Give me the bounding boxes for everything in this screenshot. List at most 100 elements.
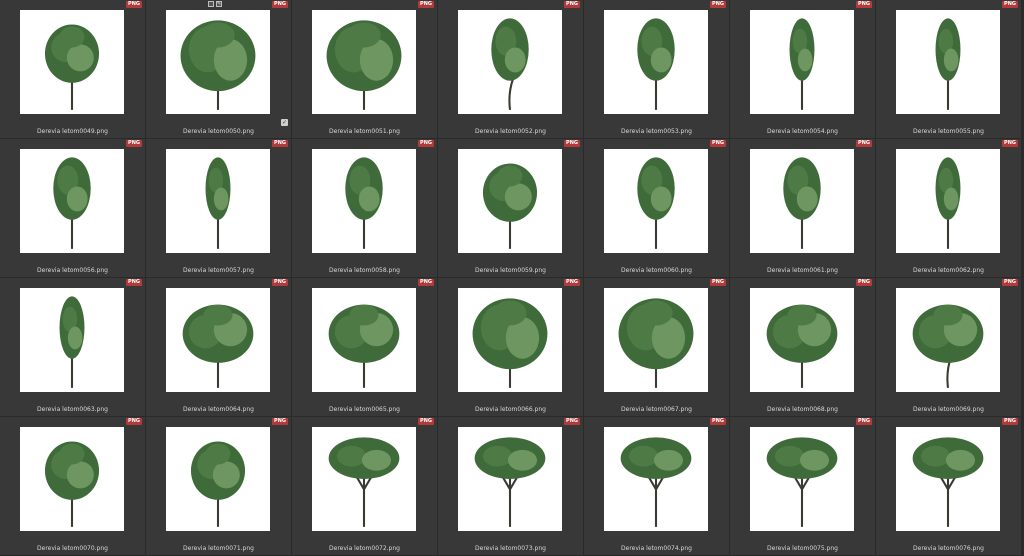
file-name: Derevia letom0059.png <box>475 267 546 274</box>
tree-image[interactable] <box>896 149 1000 253</box>
hover-toolbar: ✎ <box>208 1 222 7</box>
tree-image[interactable] <box>20 149 124 253</box>
checkbox-icon[interactable]: ✓ <box>281 119 288 126</box>
thumbnail-tile[interactable]: PNG Derevia letom0064.png <box>146 278 292 417</box>
file-name: Derevia letom0068.png <box>767 406 838 413</box>
png-badge: PNG <box>856 140 872 147</box>
png-badge: PNG <box>564 1 580 8</box>
tree-image[interactable] <box>312 288 416 392</box>
png-badge: PNG <box>126 418 142 425</box>
file-name: Derevia letom0065.png <box>329 406 400 413</box>
png-badge: PNG <box>418 1 434 8</box>
thumbnail-tile[interactable]: PNG Derevia letom0075.png <box>730 417 876 556</box>
file-name: Derevia letom0056.png <box>37 267 108 274</box>
thumbnail-tile[interactable]: PNG Derevia letom0069.png <box>876 278 1022 417</box>
png-badge: PNG <box>1002 1 1018 8</box>
png-badge: PNG <box>126 140 142 147</box>
png-badge: PNG <box>272 279 288 286</box>
tree-image[interactable] <box>604 10 708 114</box>
tree-image[interactable] <box>750 10 854 114</box>
tree-image[interactable] <box>896 288 1000 392</box>
file-name: Derevia letom0073.png <box>475 545 546 552</box>
tree-image[interactable] <box>604 427 708 531</box>
png-badge: PNG <box>564 418 580 425</box>
png-badge: PNG <box>272 418 288 425</box>
file-name: Derevia letom0058.png <box>329 267 400 274</box>
thumbnail-tile[interactable]: PNG Derevia letom0076.png <box>876 417 1022 556</box>
thumbnail-tile[interactable]: PNG Derevia letom0056.png <box>0 139 146 278</box>
png-badge: PNG <box>856 1 872 8</box>
file-name: Derevia letom0051.png <box>329 128 400 135</box>
thumbnail-tile[interactable]: PNG Derevia letom0065.png <box>292 278 438 417</box>
thumbnail-tile[interactable]: PNG Derevia letom0072.png <box>292 417 438 556</box>
png-badge: PNG <box>564 140 580 147</box>
file-name: Derevia letom0061.png <box>767 267 838 274</box>
tree-image[interactable] <box>20 288 124 392</box>
tree-image[interactable] <box>458 288 562 392</box>
tree-image[interactable] <box>896 427 1000 531</box>
tree-image[interactable] <box>166 149 270 253</box>
tree-image[interactable] <box>20 427 124 531</box>
thumbnail-tile[interactable]: PNG Derevia letom0068.png <box>730 278 876 417</box>
png-badge: PNG <box>856 279 872 286</box>
thumbnail-tile[interactable]: PNG Derevia letom0061.png <box>730 139 876 278</box>
tree-image[interactable] <box>20 10 124 114</box>
thumbnail-tile[interactable]: PNG Derevia letom0049.png <box>0 0 146 139</box>
file-name: Derevia letom0055.png <box>913 128 984 135</box>
png-badge: PNG <box>272 140 288 147</box>
thumbnail-tile[interactable]: PNG Derevia letom0059.png <box>438 139 584 278</box>
png-badge: PNG <box>418 140 434 147</box>
png-badge: PNG <box>710 1 726 8</box>
thumbnail-tile[interactable]: PNG Derevia letom0070.png <box>0 417 146 556</box>
thumbnail-tile[interactable]: PNG Derevia letom0066.png <box>438 278 584 417</box>
thumbnail-tile[interactable]: PNG Derevia letom0074.png <box>584 417 730 556</box>
thumbnail-tile[interactable]: PNG Derevia letom0053.png <box>584 0 730 139</box>
edit-icon[interactable]: ✎ <box>216 1 222 7</box>
file-name: Derevia letom0075.png <box>767 545 838 552</box>
file-name: Derevia letom0072.png <box>329 545 400 552</box>
png-badge: PNG <box>126 279 142 286</box>
thumbnail-grid: PNG Derevia letom0049.png PNG Derevia letom… <box>0 0 1024 556</box>
thumbnail-tile[interactable]: PNG Derevia letom0052.png <box>438 0 584 139</box>
file-name: Derevia letom0054.png <box>767 128 838 135</box>
thumbnail-tile[interactable]: PNG Derevia letom0063.png <box>0 278 146 417</box>
thumbnail-tile[interactable]: PNG Derevia letom0067.png <box>584 278 730 417</box>
thumbnail-tile[interactable]: PNG Derevia letom0058.png <box>292 139 438 278</box>
thumbnail-tile[interactable]: PNG Derevia letom0050.png ✎ ✓ <box>146 0 292 139</box>
file-name: Derevia letom0074.png <box>621 545 692 552</box>
tree-image[interactable] <box>166 427 270 531</box>
thumbnail-tile[interactable]: PNG Derevia letom0051.png <box>292 0 438 139</box>
file-name: Derevia letom0062.png <box>913 267 984 274</box>
thumbnail-tile[interactable]: PNG Derevia letom0054.png <box>730 0 876 139</box>
thumbnail-tile[interactable]: PNG Derevia letom0057.png <box>146 139 292 278</box>
tree-image[interactable] <box>312 149 416 253</box>
file-name: Derevia letom0052.png <box>475 128 546 135</box>
tree-image[interactable] <box>750 427 854 531</box>
tree-image[interactable] <box>604 288 708 392</box>
png-badge: PNG <box>1002 279 1018 286</box>
file-name: Derevia letom0050.png <box>183 128 254 135</box>
tree-image[interactable] <box>750 288 854 392</box>
tree-image[interactable] <box>312 427 416 531</box>
file-name: Derevia letom0069.png <box>913 406 984 413</box>
png-badge: PNG <box>710 140 726 147</box>
tree-image[interactable] <box>458 10 562 114</box>
png-badge: PNG <box>418 279 434 286</box>
thumbnail-tile[interactable]: PNG Derevia letom0060.png <box>584 139 730 278</box>
png-badge: PNG <box>710 418 726 425</box>
file-name: Derevia letom0071.png <box>183 545 254 552</box>
file-name: Derevia letom0066.png <box>475 406 546 413</box>
thumbnail-tile[interactable]: PNG Derevia letom0062.png <box>876 139 1022 278</box>
fullscreen-icon[interactable] <box>208 1 214 7</box>
tree-image[interactable] <box>312 10 416 114</box>
tree-image[interactable] <box>458 427 562 531</box>
tree-image[interactable] <box>166 10 270 114</box>
tree-image[interactable] <box>166 288 270 392</box>
tree-image[interactable] <box>896 10 1000 114</box>
tree-image[interactable] <box>750 149 854 253</box>
thumbnail-tile[interactable]: PNG Derevia letom0073.png <box>438 417 584 556</box>
thumbnail-tile[interactable]: PNG Derevia letom0071.png <box>146 417 292 556</box>
thumbnail-tile[interactable]: PNG Derevia letom0055.png <box>876 0 1022 139</box>
tree-image[interactable] <box>458 149 562 253</box>
tree-image[interactable] <box>604 149 708 253</box>
